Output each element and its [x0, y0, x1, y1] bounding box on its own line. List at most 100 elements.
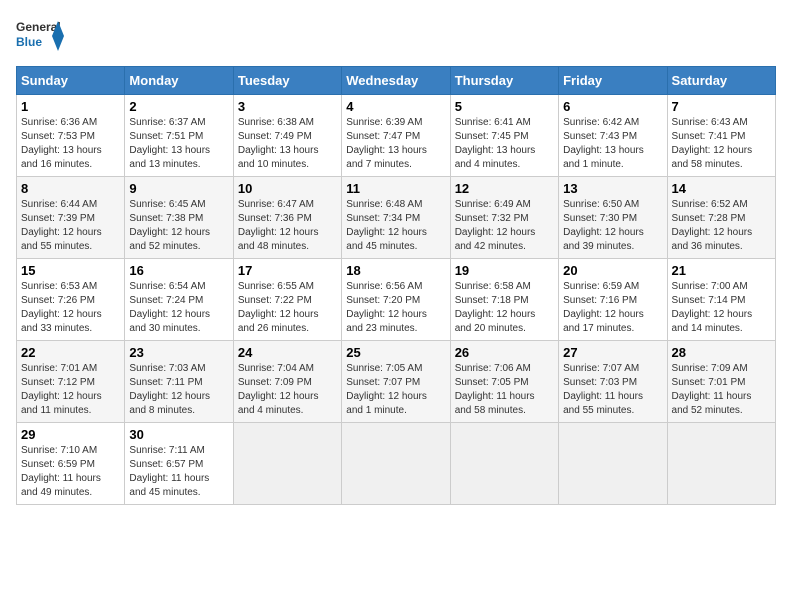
day-info: Sunrise: 6:49 AM Sunset: 7:32 PM Dayligh…: [455, 198, 554, 254]
calendar-cell: 18Sunrise: 6:56 AM Sunset: 7:20 PM Dayli…: [342, 259, 450, 341]
day-number: 1: [21, 99, 120, 114]
day-info: Sunrise: 6:36 AM Sunset: 7:53 PM Dayligh…: [21, 116, 120, 172]
calendar-cell: 7Sunrise: 6:43 AM Sunset: 7:41 PM Daylig…: [667, 95, 775, 177]
day-info: Sunrise: 6:43 AM Sunset: 7:41 PM Dayligh…: [672, 116, 771, 172]
day-number: 22: [21, 345, 120, 360]
day-info: Sunrise: 6:50 AM Sunset: 7:30 PM Dayligh…: [563, 198, 662, 254]
calendar-cell: 30 Sunrise: 7:11 AM Sunset: 6:57 PM Dayli…: [125, 423, 233, 505]
calendar-cell: 11 Sunrise: 6:48 AM Sunset: 7:34 PM Dayli…: [342, 177, 450, 259]
day-number: 29: [21, 427, 120, 442]
calendar-cell: 6 Sunrise: 6:42 AM Sunset: 7:43 PM Daylig…: [559, 95, 667, 177]
svg-text:Blue: Blue: [16, 35, 42, 49]
day-info: Sunrise: 6:58 AM Sunset: 7:18 PM Dayligh…: [455, 280, 554, 336]
day-info: Sunrise: 6:52 AM Sunset: 7:28 PM Dayligh…: [672, 198, 771, 254]
day-number: 23: [129, 345, 228, 360]
day-info: Sunrise: 7:04 AM Sunset: 7:09 PM Dayligh…: [238, 362, 337, 418]
day-info: Sunrise: 6:59 AM Sunset: 7:16 PM Dayligh…: [563, 280, 662, 336]
day-info: Sunrise: 7:11 AM Sunset: 6:57 PM Dayligh…: [129, 444, 228, 500]
day-info: Sunrise: 6:38 AM Sunset: 7:49 PM Dayligh…: [238, 116, 337, 172]
weekday-header-sunday: Sunday: [17, 67, 125, 95]
calendar-cell: 15 Sunrise: 6:53 AM Sunset: 7:26 PM Dayli…: [17, 259, 125, 341]
day-number: 5: [455, 99, 554, 114]
calendar-cell: 17 Sunrise: 6:55 AM Sunset: 7:22 PM Dayli…: [233, 259, 341, 341]
calendar-cell: [233, 423, 341, 505]
day-number: 10: [238, 181, 337, 196]
day-number: 15: [21, 263, 120, 278]
calendar-cell: 5 Sunrise: 6:41 AM Sunset: 7:45 PM Daylig…: [450, 95, 558, 177]
calendar-cell: 1 Sunrise: 6:36 AM Sunset: 7:53 PM Daylig…: [17, 95, 125, 177]
day-info: Sunrise: 6:44 AM Sunset: 7:39 PM Dayligh…: [21, 198, 120, 254]
day-info: Sunrise: 6:53 AM Sunset: 7:26 PM Dayligh…: [21, 280, 120, 336]
day-number: 8: [21, 181, 120, 196]
day-number: 25: [346, 345, 445, 360]
calendar-cell: 2Sunrise: 6:37 AM Sunset: 7:51 PM Daylig…: [125, 95, 233, 177]
calendar-cell: 12 Sunrise: 6:49 AM Sunset: 7:32 PM Dayli…: [450, 177, 558, 259]
calendar-cell: 24 Sunrise: 7:04 AM Sunset: 7:09 PM Dayli…: [233, 341, 341, 423]
day-number: 17: [238, 263, 337, 278]
day-info: Sunrise: 7:03 AM Sunset: 7:11 PM Dayligh…: [129, 362, 228, 418]
week-row-2: 8 Sunrise: 6:44 AM Sunset: 7:39 PM Daylig…: [17, 177, 776, 259]
day-number: 9: [129, 181, 228, 196]
weekday-header-row: SundayMondayTuesdayWednesdayThursdayFrid…: [17, 67, 776, 95]
weekday-header-monday: Monday: [125, 67, 233, 95]
day-number: 6: [563, 99, 662, 114]
calendar-cell: [667, 423, 775, 505]
week-row-1: 1 Sunrise: 6:36 AM Sunset: 7:53 PM Daylig…: [17, 95, 776, 177]
weekday-header-thursday: Thursday: [450, 67, 558, 95]
calendar-cell: 13 Sunrise: 6:50 AM Sunset: 7:30 PM Dayli…: [559, 177, 667, 259]
calendar-cell: 14 Sunrise: 6:52 AM Sunset: 7:28 PM Dayli…: [667, 177, 775, 259]
calendar-cell: 8 Sunrise: 6:44 AM Sunset: 7:39 PM Daylig…: [17, 177, 125, 259]
day-info: Sunrise: 7:00 AM Sunset: 7:14 PM Dayligh…: [672, 280, 771, 336]
day-number: 14: [672, 181, 771, 196]
week-row-4: 22 Sunrise: 7:01 AM Sunset: 7:12 PM Dayli…: [17, 341, 776, 423]
day-info: Sunrise: 6:42 AM Sunset: 7:43 PM Dayligh…: [563, 116, 662, 172]
day-number: 26: [455, 345, 554, 360]
logo-svg: General Blue: [16, 16, 64, 56]
calendar-cell: 22 Sunrise: 7:01 AM Sunset: 7:12 PM Dayli…: [17, 341, 125, 423]
day-info: Sunrise: 6:39 AM Sunset: 7:47 PM Dayligh…: [346, 116, 445, 172]
calendar-cell: [342, 423, 450, 505]
weekday-header-tuesday: Tuesday: [233, 67, 341, 95]
day-info: Sunrise: 7:05 AM Sunset: 7:07 PM Dayligh…: [346, 362, 445, 418]
calendar-cell: 26 Sunrise: 7:06 AM Sunset: 7:05 PM Dayli…: [450, 341, 558, 423]
calendar-cell: 23 Sunrise: 7:03 AM Sunset: 7:11 PM Dayli…: [125, 341, 233, 423]
day-number: 24: [238, 345, 337, 360]
day-number: 16: [129, 263, 228, 278]
day-info: Sunrise: 7:10 AM Sunset: 6:59 PM Dayligh…: [21, 444, 120, 500]
day-info: Sunrise: 6:41 AM Sunset: 7:45 PM Dayligh…: [455, 116, 554, 172]
calendar-cell: 9 Sunrise: 6:45 AM Sunset: 7:38 PM Daylig…: [125, 177, 233, 259]
weekday-header-saturday: Saturday: [667, 67, 775, 95]
day-number: 21: [672, 263, 771, 278]
logo: General Blue: [16, 16, 64, 56]
weekday-header-wednesday: Wednesday: [342, 67, 450, 95]
day-info: Sunrise: 6:47 AM Sunset: 7:36 PM Dayligh…: [238, 198, 337, 254]
day-info: Sunrise: 7:09 AM Sunset: 7:01 PM Dayligh…: [672, 362, 771, 418]
calendar-cell: 21 Sunrise: 7:00 AM Sunset: 7:14 PM Dayli…: [667, 259, 775, 341]
day-info: Sunrise: 7:01 AM Sunset: 7:12 PM Dayligh…: [21, 362, 120, 418]
day-number: 11: [346, 181, 445, 196]
calendar-cell: 20Sunrise: 6:59 AM Sunset: 7:16 PM Dayli…: [559, 259, 667, 341]
day-number: 13: [563, 181, 662, 196]
calendar-cell: [450, 423, 558, 505]
week-row-5: 29 Sunrise: 7:10 AM Sunset: 6:59 PM Dayli…: [17, 423, 776, 505]
calendar-cell: 29 Sunrise: 7:10 AM Sunset: 6:59 PM Dayli…: [17, 423, 125, 505]
day-number: 19: [455, 263, 554, 278]
calendar-table: SundayMondayTuesdayWednesdayThursdayFrid…: [16, 66, 776, 505]
day-number: 30: [129, 427, 228, 442]
calendar-cell: 4 Sunrise: 6:39 AM Sunset: 7:47 PM Daylig…: [342, 95, 450, 177]
day-info: Sunrise: 7:06 AM Sunset: 7:05 PM Dayligh…: [455, 362, 554, 418]
day-info: Sunrise: 6:45 AM Sunset: 7:38 PM Dayligh…: [129, 198, 228, 254]
day-info: Sunrise: 7:07 AM Sunset: 7:03 PM Dayligh…: [563, 362, 662, 418]
day-info: Sunrise: 6:55 AM Sunset: 7:22 PM Dayligh…: [238, 280, 337, 336]
day-number: 4: [346, 99, 445, 114]
day-number: 3: [238, 99, 337, 114]
calendar-cell: [559, 423, 667, 505]
calendar-cell: 10 Sunrise: 6:47 AM Sunset: 7:36 PM Dayli…: [233, 177, 341, 259]
calendar-cell: 3 Sunrise: 6:38 AM Sunset: 7:49 PM Daylig…: [233, 95, 341, 177]
day-number: 12: [455, 181, 554, 196]
weekday-header-friday: Friday: [559, 67, 667, 95]
page-header: General Blue: [16, 16, 776, 56]
calendar-cell: 27Sunrise: 7:07 AM Sunset: 7:03 PM Dayli…: [559, 341, 667, 423]
day-info: Sunrise: 6:48 AM Sunset: 7:34 PM Dayligh…: [346, 198, 445, 254]
calendar-cell: 25 Sunrise: 7:05 AM Sunset: 7:07 PM Dayli…: [342, 341, 450, 423]
